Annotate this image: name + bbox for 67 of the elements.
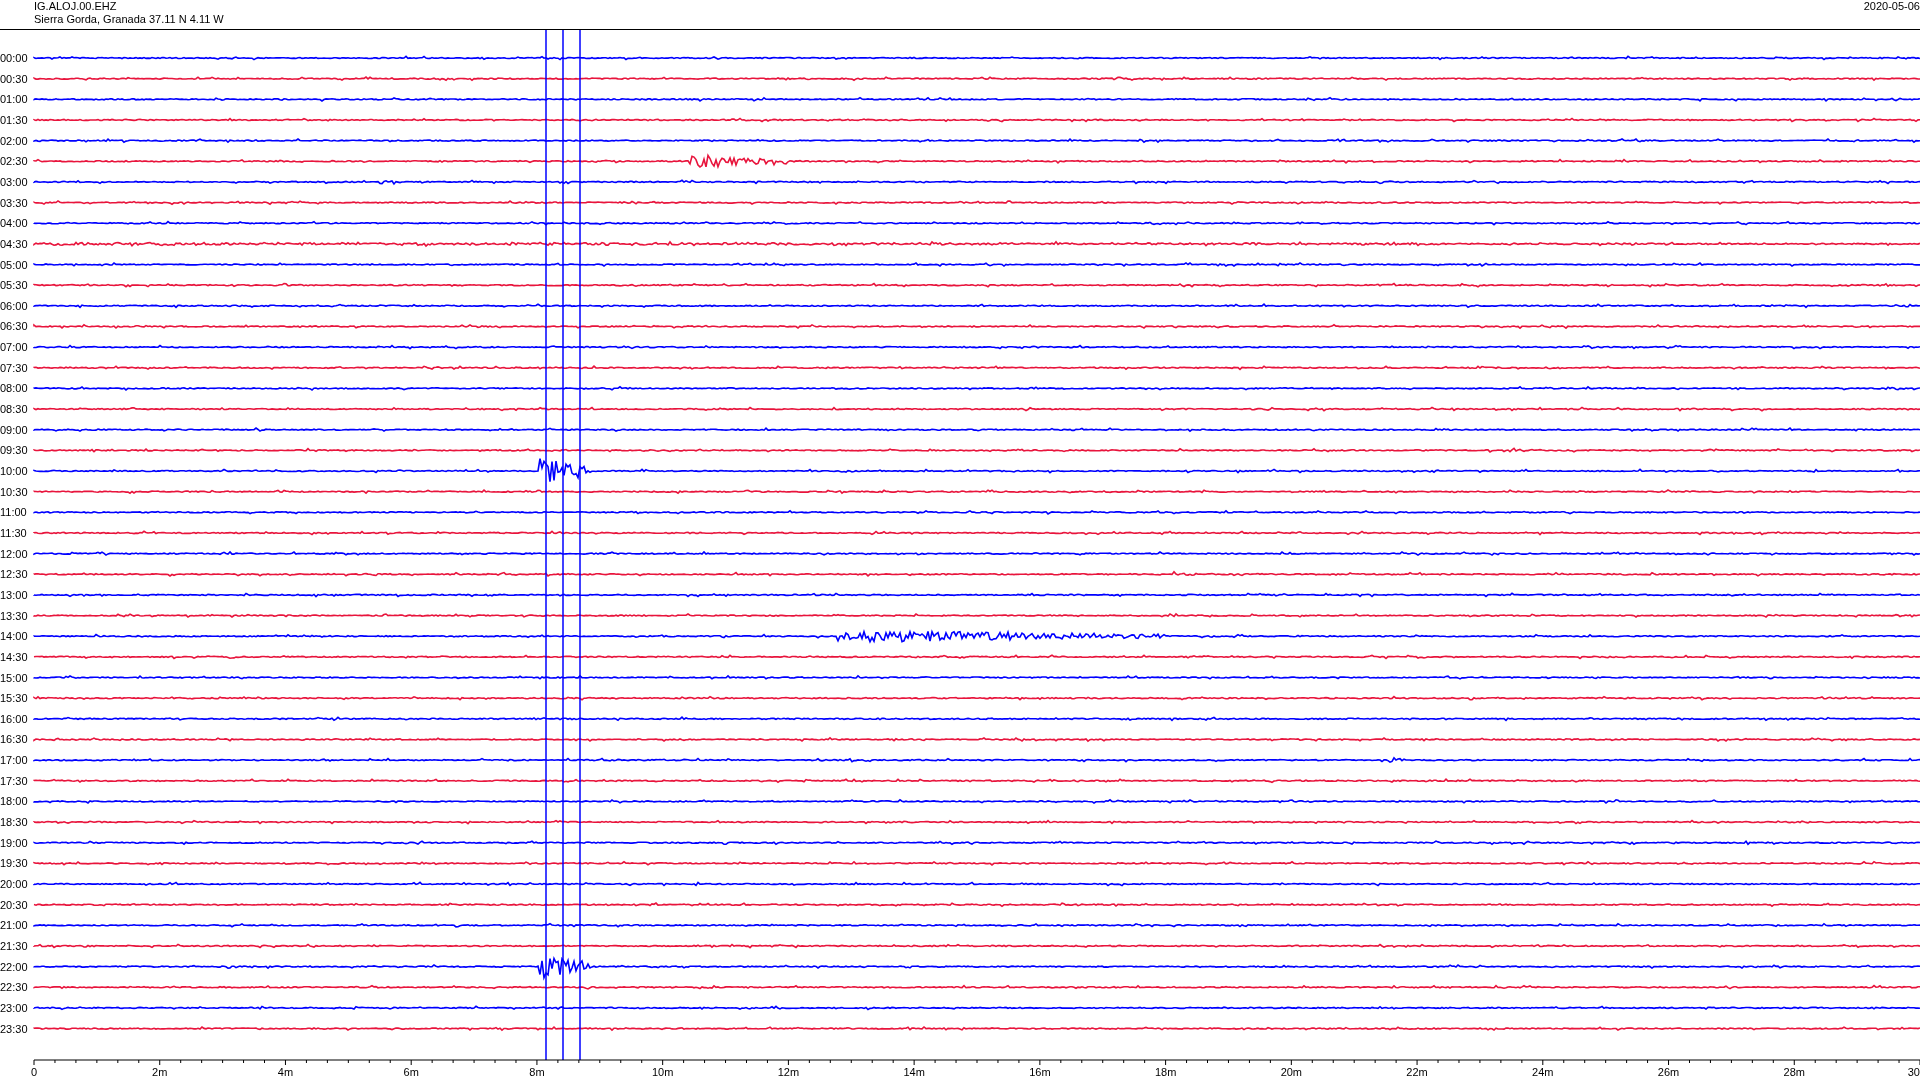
axis-label: 26m xyxy=(1657,1066,1680,1078)
time-label: 23:00 xyxy=(0,1001,28,1014)
axis-label: 22m xyxy=(1406,1066,1428,1078)
axis-label: 14m xyxy=(903,1066,925,1078)
time-label: 15:30 xyxy=(0,692,28,705)
time-label: 21:00 xyxy=(0,919,28,932)
axis-label: 12m xyxy=(777,1066,800,1078)
time-label: 08:00 xyxy=(0,382,28,395)
time-label: 08:30 xyxy=(0,403,28,416)
time-label: 12:00 xyxy=(0,547,28,560)
axis-label: 8m xyxy=(529,1066,545,1078)
time-label: 03:30 xyxy=(0,196,28,209)
time-label: 16:00 xyxy=(0,712,28,725)
axis-label: 28m xyxy=(1783,1066,1805,1078)
axis-label: 10m xyxy=(651,1066,674,1078)
time-label: 04:30 xyxy=(0,237,28,250)
time-label: 17:00 xyxy=(0,754,28,767)
time-label: 16:30 xyxy=(0,733,28,746)
plot-date: 2020-05-06 xyxy=(1863,0,1920,14)
time-label: 01:30 xyxy=(0,113,28,126)
time-label: 14:00 xyxy=(0,630,28,643)
time-label: 19:00 xyxy=(0,836,28,849)
time-label: 21:30 xyxy=(0,939,28,952)
time-label: 02:00 xyxy=(0,134,28,147)
time-label: 09:00 xyxy=(0,423,28,436)
time-label: 10:00 xyxy=(0,465,28,477)
time-label: 01:00 xyxy=(0,93,28,106)
time-label: 13:30 xyxy=(0,609,28,622)
time-label: 22:00 xyxy=(0,960,28,973)
time-label: 00:30 xyxy=(0,72,28,85)
axis-label: 0 xyxy=(31,1066,38,1078)
time-label: 22:30 xyxy=(0,981,28,994)
time-label: 00:00 xyxy=(0,52,28,64)
axis-label: 16m xyxy=(1029,1066,1051,1078)
time-label: 06:30 xyxy=(0,320,28,333)
time-label: 09:30 xyxy=(0,444,28,457)
time-label: 19:30 xyxy=(0,857,28,870)
time-label: 04:00 xyxy=(0,217,28,230)
time-label: 10:30 xyxy=(0,485,28,498)
station-code: IG.ALOJ.00.EHZ xyxy=(34,0,118,13)
time-label: 23:30 xyxy=(0,1022,28,1035)
time-label: 18:00 xyxy=(0,795,28,808)
axis-label: 24m xyxy=(1532,1066,1554,1078)
time-label: 17:30 xyxy=(0,774,28,787)
time-label: 13:00 xyxy=(0,588,28,601)
time-label: 07:00 xyxy=(0,341,28,354)
time-label: 07:30 xyxy=(0,361,28,374)
time-label: 20:00 xyxy=(0,878,28,890)
time-label: 03:00 xyxy=(0,175,28,188)
axis-label: 30 xyxy=(1907,1066,1920,1078)
axis-label: 4m xyxy=(277,1066,294,1078)
station-location: Sierra Gorda, Granada 37.11 N 4.11 W xyxy=(34,13,224,26)
time-label: 06:00 xyxy=(0,299,28,312)
time-label: 05:00 xyxy=(0,258,28,271)
time-label: 12:30 xyxy=(0,568,28,581)
time-label: 11:30 xyxy=(0,526,27,539)
axis-label: 18m xyxy=(1154,1066,1177,1078)
time-label: 20:30 xyxy=(0,898,28,911)
time-label: 14:30 xyxy=(0,650,28,663)
time-label: 18:30 xyxy=(0,816,28,829)
axis-label: 6m xyxy=(403,1066,419,1078)
axis-label: 20m xyxy=(1280,1066,1303,1078)
time-label: 02:30 xyxy=(0,155,28,168)
time-label: 05:30 xyxy=(0,279,28,292)
time-label: 15:00 xyxy=(0,671,28,684)
time-label: 11:00 xyxy=(0,506,27,519)
axis-label: 2m xyxy=(152,1066,168,1078)
